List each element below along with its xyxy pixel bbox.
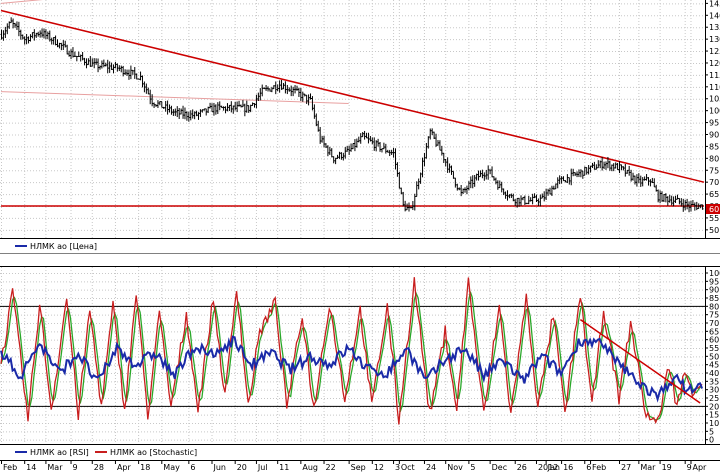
x-axis-tick-label: Nov xyxy=(447,463,463,472)
price-last-value-label: 60 xyxy=(709,205,719,214)
rsi-legend-label: НЛМК ао [RSI] xyxy=(30,448,89,457)
x-axis-tick-label: 28 xyxy=(94,463,104,472)
price-legend-label: НЛМК ао [Цена] xyxy=(30,242,97,251)
oscillator-y-tick-label: 0 xyxy=(709,436,714,445)
oscillator-y-tick-label: 45 xyxy=(709,361,719,370)
x-axis-tick-label: 9 xyxy=(687,463,692,472)
x-axis-tick-label: 14 xyxy=(26,463,36,472)
x-axis-tick-label: 19 xyxy=(662,463,672,472)
x-axis-tick-label: 11 xyxy=(279,463,289,472)
price-y-tick-label: 85 xyxy=(709,142,719,151)
x-axis: Feb 14 Mar 9 28 Apr 18 May 6 Jun 20 Jul 11 Aug 22 Sep 12… xyxy=(0,460,720,475)
oscillator-panel: 0510152025303540455055606570758085909510… xyxy=(0,266,720,457)
oscillator-y-tick-label: 20 xyxy=(709,402,719,411)
x-axis-tick-label: Jul xyxy=(257,463,268,472)
oscillator-y-tick-label: 30 xyxy=(709,386,719,395)
x-axis-tick-label: 16 xyxy=(563,463,573,472)
oscillator-y-tick-label: 5 xyxy=(709,427,714,436)
x-axis-tick-label: 20 xyxy=(237,463,247,472)
oscillator-y-tick-label: 65 xyxy=(709,327,719,336)
price-y-tick-label: 80 xyxy=(709,154,719,163)
x-axis-tick-label: 9 xyxy=(73,463,78,472)
chart-root: 5055606570758085909510010511011512012513… xyxy=(0,0,720,475)
x-axis-tick-label: 27 xyxy=(621,463,631,472)
oscillator-y-tick-label: 50 xyxy=(709,352,719,361)
x-axis-tick-label: 22 xyxy=(326,463,336,472)
price-y-tick-label: 95 xyxy=(709,119,719,128)
price-y-tick-label: 90 xyxy=(709,130,719,139)
x-axis-tick-label: 12 xyxy=(374,463,384,472)
oscillator-y-tick-label: 95 xyxy=(709,277,719,286)
x-axis-tick-label: Oct xyxy=(401,463,415,472)
price-y-tick-label: 120 xyxy=(709,59,720,68)
price-y-tick-label: 115 xyxy=(709,71,720,80)
x-axis-tick-label: Jun xyxy=(213,463,227,472)
oscillator-y-tick-label: 10 xyxy=(709,419,719,428)
oscillator-y-tick-label: 35 xyxy=(709,377,719,386)
oscillator-y-tick-label: 90 xyxy=(709,286,719,295)
x-axis-tick-label: 18 xyxy=(140,463,150,472)
price-panel: 50 5560 65 70 75 80 85 90 95 100 105 110 115 120 125 13… xyxy=(0,0,720,254)
x-axis-tick-label: Jan xyxy=(547,463,560,472)
x-axis-tick-label: 24 xyxy=(426,463,436,472)
x-axis-tick-label: May xyxy=(163,463,180,472)
oscillator-y-tick-label: 70 xyxy=(709,319,719,328)
x-axis-tick-label: Aug xyxy=(302,463,318,472)
oscillator-y-tick-label: 55 xyxy=(709,344,719,353)
price-y-tick-label: 135 xyxy=(709,23,720,32)
price-y-tick-label: 145 xyxy=(709,0,720,8)
oscillator-y-tick-label: 25 xyxy=(709,394,719,403)
stochastic-legend-label: НЛМК ао [Stochastic] xyxy=(110,448,197,457)
oscillator-y-tick-label: 60 xyxy=(709,336,719,345)
price-y-tick-label: 125 xyxy=(709,47,720,56)
price-y-tick-label: 75 xyxy=(709,166,719,175)
x-axis-tick-label: Sep xyxy=(351,463,366,472)
x-axis-tick-label: Apr xyxy=(117,463,132,472)
oscillator-y-axis: 0510152025303540455055606570758085909510… xyxy=(705,269,720,445)
x-axis-tick-label: Mar xyxy=(640,463,656,472)
x-axis-tick-label: 26 xyxy=(517,463,527,472)
oscillator-y-tick-label: 100 xyxy=(709,269,720,278)
price-y-tick-label: 70 xyxy=(709,178,719,187)
x-axis-tick-label: Dec xyxy=(492,463,507,472)
x-axis-tick-label: 6 xyxy=(586,463,591,472)
oscillator-y-tick-label: 40 xyxy=(709,369,719,378)
x-axis-tick-label: Apr xyxy=(692,463,707,472)
x-axis-tick-label: Feb xyxy=(3,463,17,472)
x-axis-tick-label: 3 xyxy=(395,463,400,472)
price-y-tick-label: 100 xyxy=(709,107,720,116)
x-axis-tick-label: Feb xyxy=(592,463,606,472)
price-y-tick-label: 130 xyxy=(709,35,720,44)
x-axis-tick-label: 5 xyxy=(470,463,475,472)
oscillator-y-tick-label: 15 xyxy=(709,411,719,420)
price-y-tick-label: 140 xyxy=(709,11,720,20)
price-y-axis: 50 5560 65 70 75 80 85 90 95 100 105 110 115 120 125 13… xyxy=(705,0,720,235)
x-axis-tick-label: 6 xyxy=(190,463,195,472)
price-y-tick-label: 65 xyxy=(709,190,719,199)
price-y-tick-label: 50 xyxy=(709,226,719,235)
price-y-tick-label: 105 xyxy=(709,95,720,104)
x-axis-tick-label: Mar xyxy=(47,463,63,472)
oscillator-y-tick-label: 80 xyxy=(709,302,719,311)
oscillator-y-tick-label: 85 xyxy=(709,294,719,303)
price-y-tick-label: 55 xyxy=(709,214,719,223)
oscillator-y-tick-label: 75 xyxy=(709,311,719,320)
price-y-tick-label: 110 xyxy=(709,83,720,92)
